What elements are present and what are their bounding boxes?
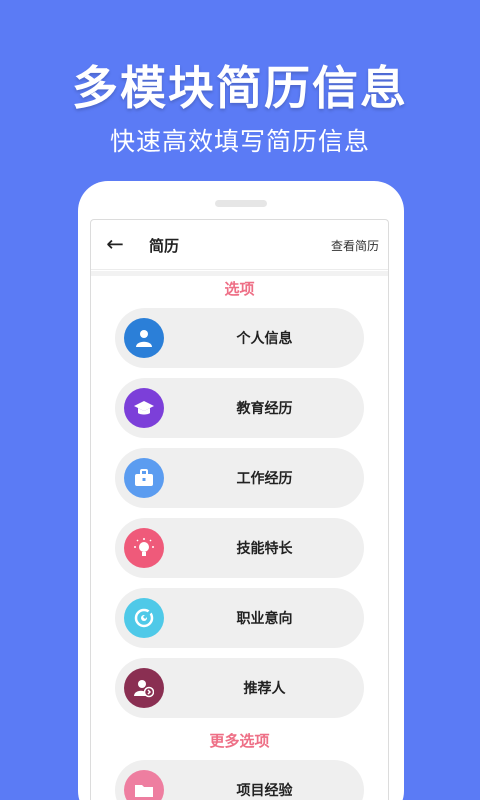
target-icon — [124, 598, 164, 638]
folder-icon — [124, 770, 164, 800]
header-divider — [91, 271, 388, 276]
app-bar: ← 简历 查看简历 — [91, 220, 388, 270]
list-item-label: 项目经验 — [236, 783, 293, 799]
list-item-label: 个人信息 — [236, 331, 293, 347]
list-item-skills[interactable]: 技能特长 — [115, 518, 364, 578]
list-item-referee[interactable]: 推荐人 — [115, 658, 364, 718]
list-item-projects[interactable]: 项目经验 — [115, 760, 364, 800]
list-item-work[interactable]: 工作经历 — [115, 448, 364, 508]
app-screen: ← 简历 查看简历 选项 个人信息 教育经历 工作经历 技能特长 职业意向 推荐… — [90, 219, 389, 800]
arrow-left-icon[interactable]: ← — [103, 231, 127, 257]
lightbulb-icon — [124, 528, 164, 568]
section-title-more-options: 更多选项 — [209, 732, 270, 750]
phone-frame: ← 简历 查看简历 选项 个人信息 教育经历 工作经历 技能特长 职业意向 推荐… — [78, 181, 404, 800]
list-item-label: 技能特长 — [236, 541, 293, 557]
briefcase-icon — [124, 458, 164, 498]
banner-subline: 快速高效填写简历信息 — [109, 127, 370, 156]
list-item-label: 职业意向 — [236, 611, 293, 627]
section-title-options: 选项 — [224, 280, 255, 298]
graduation-cap-icon — [124, 388, 164, 428]
person-icon — [124, 318, 164, 358]
list-item-education[interactable]: 教育经历 — [115, 378, 364, 438]
list-item-personal-info[interactable]: 个人信息 — [115, 308, 364, 368]
page-title: 简历 — [149, 237, 180, 255]
user-arrow-icon — [124, 668, 164, 708]
phone-speaker — [215, 200, 267, 207]
list-item-career-intent[interactable]: 职业意向 — [115, 588, 364, 648]
list-item-label: 教育经历 — [236, 401, 293, 417]
list-item-label: 推荐人 — [243, 681, 286, 697]
list-item-label: 工作经历 — [236, 471, 293, 487]
view-resume-link[interactable]: 查看简历 — [331, 237, 379, 254]
banner-headline: 多模块简历信息 — [72, 61, 408, 115]
